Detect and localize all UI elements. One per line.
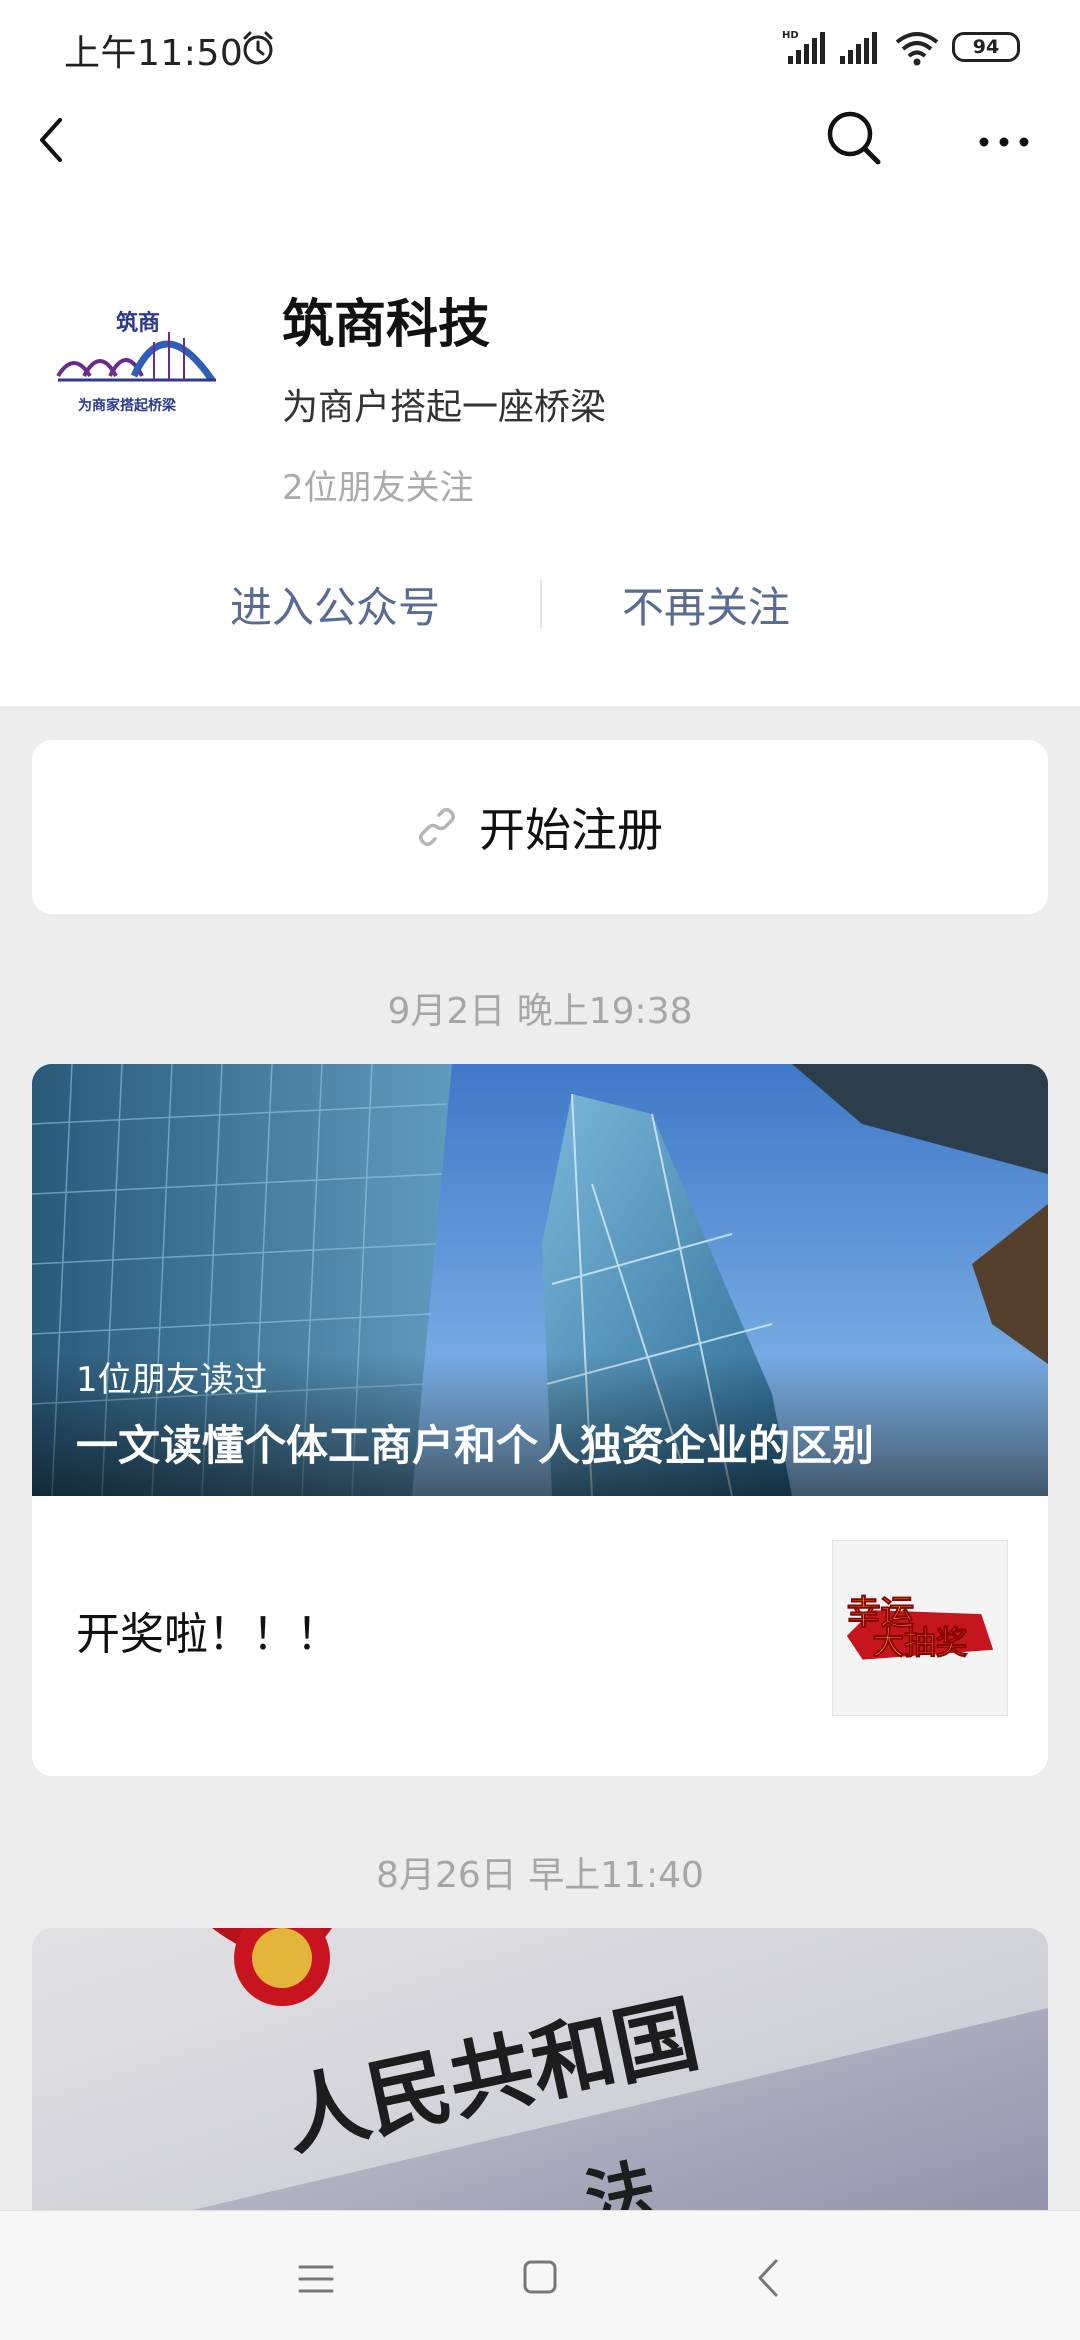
account-header: 上午11:50 HD 94 筑商 为商家搭起桥梁 筑商科技 为商户搭起一座桥梁 … [0,0,1080,706]
account-name: 筑商科技 [282,295,491,355]
account-logo[interactable]: 筑商 为商家搭起桥梁 [44,280,234,430]
register-card[interactable]: 开始注册 [32,740,1048,914]
read-by-friends: 1位朋友读过 [76,1360,268,1400]
article-title[interactable]: 一文读懂个体工商户和个人独资企业的区别 [76,1412,874,1473]
link-icon [418,807,456,847]
logo-text-bottom: 为商家搭起桥梁 [78,397,177,414]
account-description: 为商户搭起一座桥梁 [282,387,607,428]
back-icon[interactable] [754,2257,784,2299]
signal-icon [840,32,877,64]
feed-timestamp: 9月2日 晚上19:38 [387,991,693,1032]
alarm-icon [243,31,273,65]
status-bar: 上午11:50 HD 94 [0,0,1080,96]
home-square-icon[interactable] [522,2259,558,2295]
unfollow-button[interactable]: 不再关注 [622,574,790,635]
battery-icon: 94 [952,32,1020,62]
menu-icon[interactable] [296,2261,336,2297]
article-cover-image[interactable]: 人民共和国 法 [32,1928,1048,2248]
enter-account-button[interactable]: 进入公众号 [230,574,440,635]
sub-article-thumbnail[interactable]: 幸运 大抽奖 [832,1540,1008,1716]
article-card: 人民共和国 法 [32,1928,1048,2248]
status-time: 上午11:50 [64,33,244,74]
hd-signal-icon: HD [782,30,825,64]
friends-follow-count[interactable]: 2位朋友关注 [282,460,474,509]
article-card: 1位朋友读过 一文读懂个体工商户和个人独资企业的区别 开奖啦！！！ 幸运 大抽奖 [32,1064,1048,1776]
action-divider [540,580,542,628]
wifi-icon [895,32,939,66]
system-navigation-bar [0,2210,1080,2340]
more-dots-icon[interactable] [974,118,1034,158]
battery-level: 94 [972,36,1000,58]
logo-text-top: 筑商 [116,310,160,336]
feed-timestamp: 8月26日 早上11:40 [376,1855,704,1896]
register-label: 开始注册 [479,803,663,857]
search-icon[interactable] [824,108,884,168]
sub-article-title[interactable]: 开奖啦！！！ [76,1598,340,1662]
svg-text:HD: HD [782,30,799,41]
thumb-text-2: 大抽奖 [873,1626,968,1662]
chevron-left-icon[interactable] [30,110,78,170]
